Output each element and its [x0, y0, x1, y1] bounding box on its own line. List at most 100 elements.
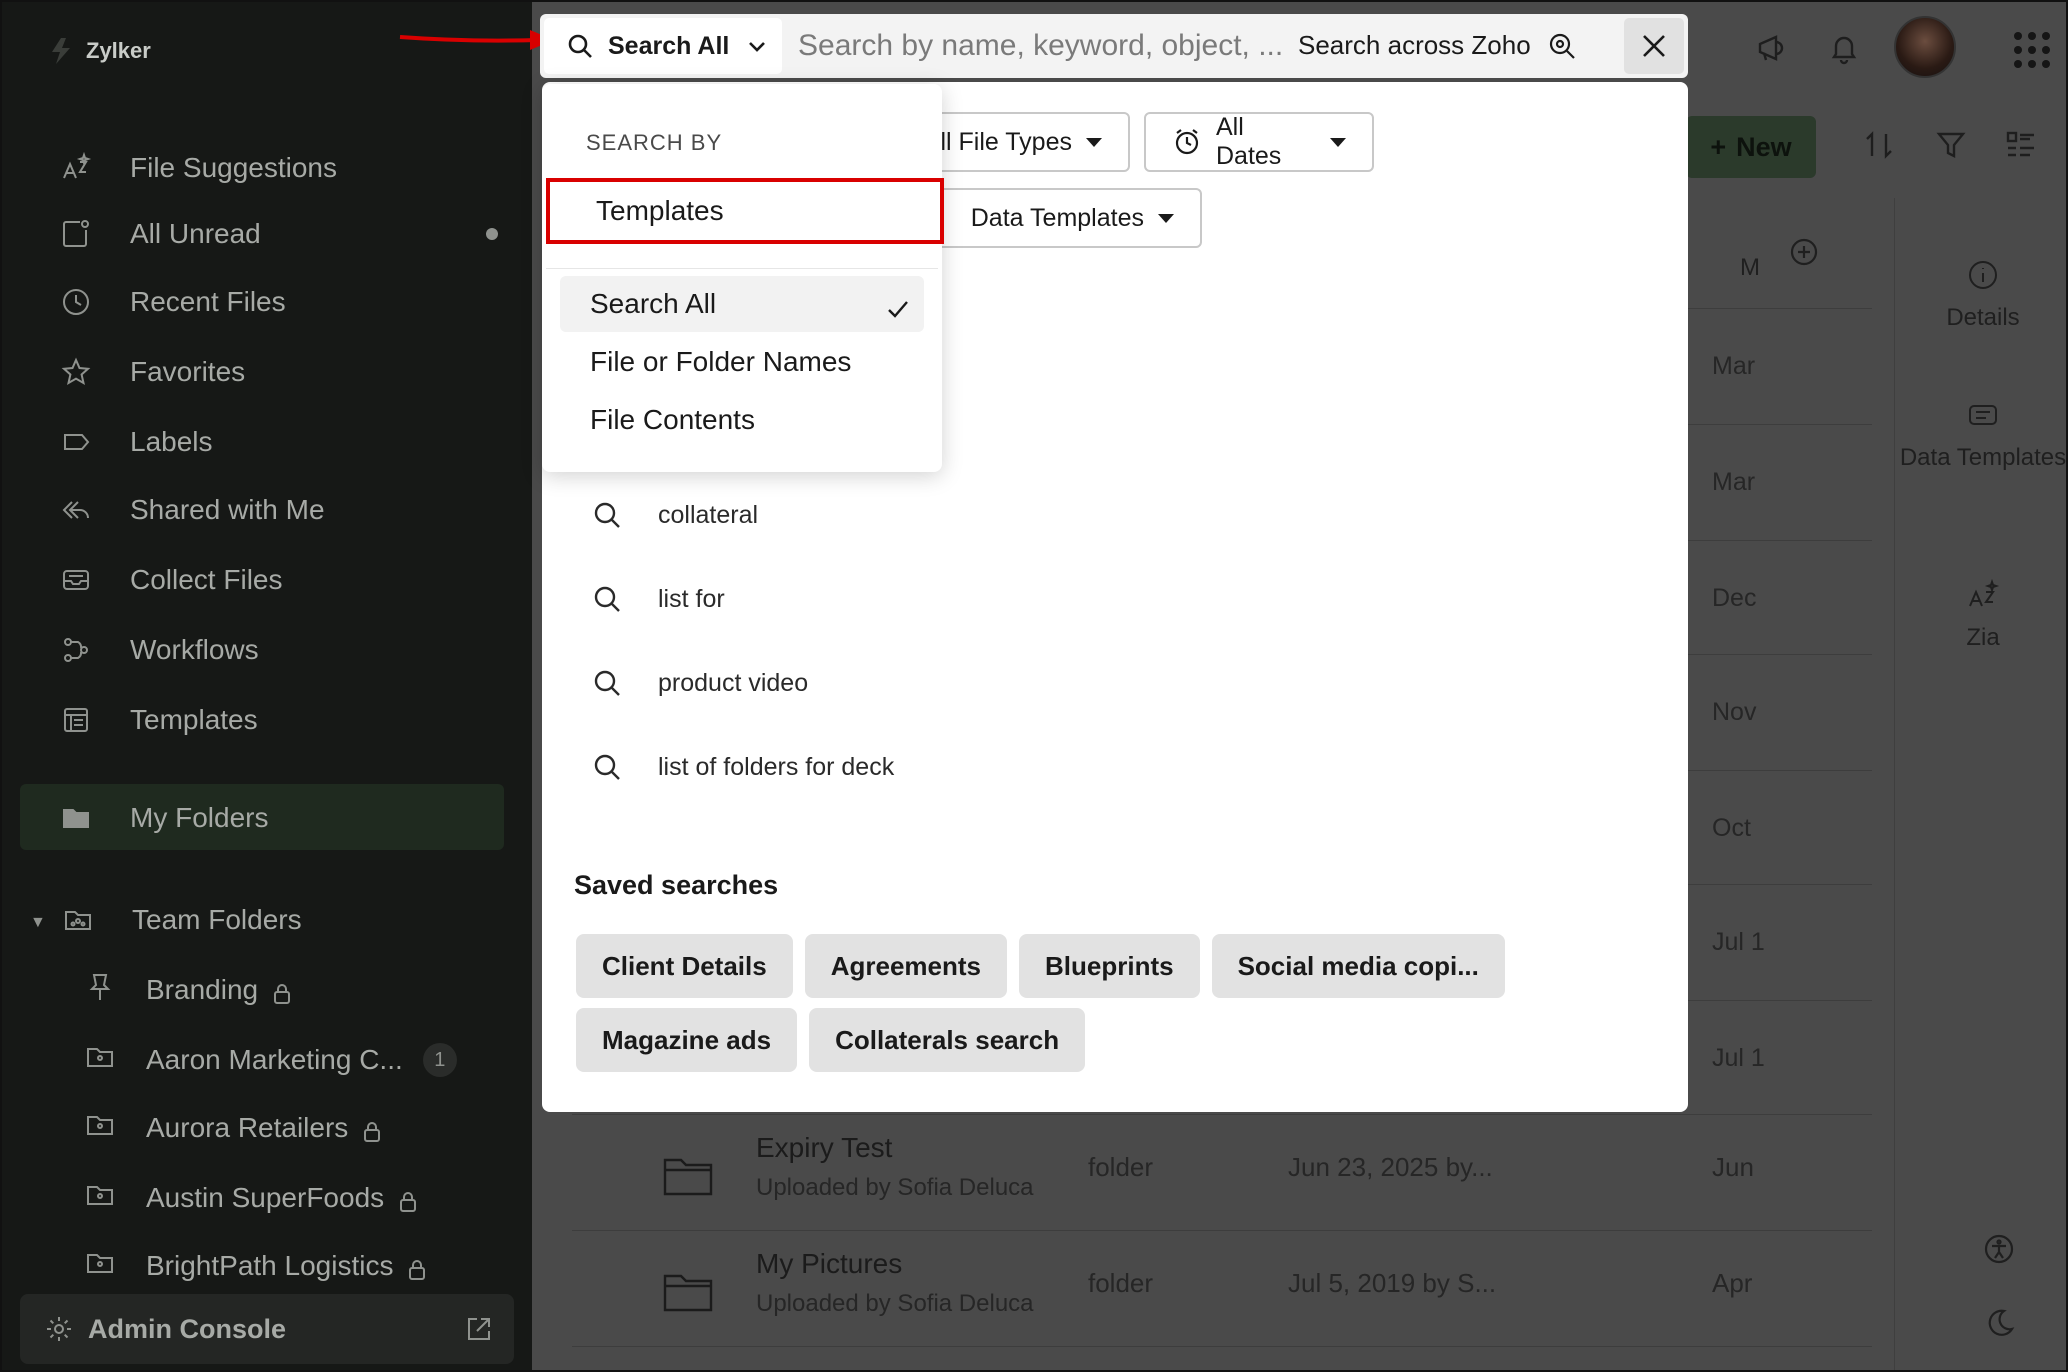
details-panel-button[interactable]: Details — [1895, 258, 2066, 336]
search-scope-label: Search All — [608, 31, 730, 60]
zia-panel-button[interactable]: Zia — [1895, 578, 2066, 656]
table-cell-modified: Jul 1 — [1712, 1044, 1765, 1072]
announcement-icon[interactable] — [1754, 30, 1794, 70]
search-by-search-all-option[interactable]: Search All — [560, 276, 924, 332]
right-panel: Details Data Templates Zia — [1894, 198, 2067, 1370]
file-uploader: Uploaded by Sofia Deluca — [756, 1290, 1034, 1317]
sidebar-item-label: Labels — [130, 426, 213, 457]
dark-mode-icon[interactable] — [1982, 1306, 2018, 1342]
sidebar-item-label: Favorites — [130, 356, 246, 387]
team-folder-icon — [60, 902, 96, 938]
team-item-brightpath-logistics[interactable]: BrightPath Logistics — [84, 1240, 504, 1292]
saved-search-chip[interactable]: Agreements — [804, 934, 1007, 998]
unread-count-badge: 1 — [422, 1043, 457, 1077]
sidebar-item-labels[interactable]: Labels — [58, 416, 498, 468]
sidebar-item-workflows[interactable]: Workflows — [58, 624, 498, 676]
option-label: File or Folder Names — [590, 346, 852, 377]
accessibility-icon[interactable] — [1982, 1232, 2018, 1268]
team-item-label: Aaron Marketing C... — [146, 1044, 403, 1075]
brand-logo[interactable]: Zylker — [46, 36, 151, 66]
recent-search-text: list for — [658, 584, 725, 613]
sidebar-item-label: All Unread — [130, 218, 261, 249]
saved-search-chip[interactable]: Client Details — [576, 934, 793, 998]
table-cell-modified: Dec — [1712, 584, 1757, 612]
file-name[interactable]: My Pictures — [756, 1248, 902, 1280]
search-input[interactable] — [798, 22, 1288, 70]
file-created: Jun 23, 2025 by... — [1288, 1152, 1493, 1182]
team-item-aurora-retailers[interactable]: Aurora Retailers — [84, 1102, 504, 1154]
search-across-zoho-button[interactable]: Search across Zoho — [1298, 30, 1577, 61]
search-by-templates-option[interactable]: Templates — [546, 178, 944, 244]
view-toggle-icon[interactable] — [2004, 128, 2044, 168]
inbox-icon — [58, 562, 94, 598]
table-cell-modified: Mar — [1712, 468, 1756, 496]
recent-search-item[interactable]: list for — [592, 584, 725, 614]
sidebar-item-label: File Suggestions — [130, 152, 338, 183]
file-uploader: Uploaded by Sofia Deluca — [756, 1174, 1034, 1201]
zoho-search-icon — [1549, 33, 1575, 59]
table-row[interactable]: Expiry Test Uploaded by Sofia Deluca fol… — [662, 1132, 1762, 1222]
saved-search-chip[interactable]: Collaterals search — [809, 1008, 1086, 1072]
sidebar-item-my-folders[interactable]: My Folders — [58, 792, 498, 844]
avatar[interactable] — [1894, 16, 1956, 78]
search-by-contents-option[interactable]: File Contents — [560, 392, 924, 448]
dates-filter[interactable]: All Dates — [1144, 112, 1374, 172]
saved-search-chip[interactable]: Social media copi... — [1211, 934, 1505, 998]
external-link-icon[interactable] — [464, 1314, 494, 1344]
add-column-icon[interactable] — [1788, 236, 1822, 270]
admin-console-label: Admin Console — [88, 1313, 287, 1344]
recent-search-item[interactable]: collateral — [592, 500, 758, 530]
table-row[interactable]: My Pictures Uploaded by Sofia Deluca fol… — [662, 1248, 1762, 1338]
new-button-label: New — [1736, 131, 1792, 162]
data-templates-label: Data Templates — [1899, 444, 2067, 471]
new-button[interactable]: + New — [1686, 116, 1816, 178]
search-icon — [594, 754, 620, 780]
column-header-modified[interactable]: M — [1740, 254, 1760, 282]
team-item-branding[interactable]: Branding — [84, 964, 504, 1016]
team-item-label: Branding — [146, 974, 259, 1005]
search-by-names-option[interactable]: File or Folder Names — [560, 334, 924, 390]
team-folder-icon — [84, 1247, 116, 1286]
file-name[interactable]: Expiry Test — [756, 1132, 892, 1164]
data-templates-panel-button[interactable]: Data Templates — [1895, 398, 2067, 476]
bell-icon[interactable] — [1826, 30, 1866, 70]
sidebar-item-file-suggestions[interactable]: File Suggestions — [58, 142, 498, 194]
sidebar-item-all-unread[interactable]: All Unread — [58, 208, 498, 260]
sparkle-icon — [58, 150, 94, 186]
lock-icon — [407, 1256, 427, 1280]
sidebar-item-collect-files[interactable]: Collect Files — [58, 554, 498, 606]
team-folders-caret-icon[interactable]: ▼ — [30, 914, 46, 932]
info-icon — [1969, 261, 1997, 289]
sidebar-item-favorites[interactable]: Favorites — [58, 346, 498, 398]
close-search-button[interactable] — [1624, 18, 1684, 74]
recent-search-item[interactable]: product video — [592, 668, 808, 698]
caret-down-icon — [1330, 137, 1346, 147]
table-cell-modified: Oct — [1712, 814, 1751, 842]
sidebar-item-templates[interactable]: Templates — [58, 694, 498, 746]
search-scope-dropdown[interactable]: Search All — [544, 18, 782, 74]
recent-search-text: product video — [658, 668, 809, 697]
app-grid-icon[interactable] — [2014, 32, 2050, 68]
file-type: folder — [1088, 1152, 1154, 1182]
team-item-aaron-marketing[interactable]: Aaron Marketing C... 1 — [84, 1034, 504, 1086]
saved-search-chip[interactable]: Blueprints — [1019, 934, 1200, 998]
option-label: Search All — [590, 288, 717, 319]
brand-name: Zylker — [86, 38, 151, 63]
team-item-austin-superfoods[interactable]: Austin SuperFoods — [84, 1172, 504, 1224]
team-folder-icon — [84, 1109, 116, 1148]
sort-icon[interactable] — [1862, 128, 1902, 168]
team-folder-icon — [84, 1041, 116, 1080]
saved-search-chip[interactable]: Magazine ads — [576, 1008, 798, 1072]
sidebar-item-recent-files[interactable]: Recent Files — [58, 276, 498, 328]
sidebar-item-team-folders[interactable]: Team Folders — [60, 894, 500, 946]
data-templates-filter-label: Data Templates — [970, 203, 1144, 232]
admin-console-button[interactable]: Admin Console — [20, 1294, 514, 1364]
search-icon — [568, 34, 592, 58]
filter-icon[interactable] — [1934, 128, 1974, 168]
recent-search-item[interactable]: list of folders for deck — [592, 752, 894, 782]
details-label: Details — [1946, 304, 2020, 331]
chevron-down-icon — [749, 42, 766, 52]
sidebar-item-shared-with-me[interactable]: Shared with Me — [58, 484, 498, 536]
alarm-clock-icon — [1175, 129, 1199, 155]
app-window: Zylker File Suggestions All Unread Recen… — [0, 0, 2068, 1372]
